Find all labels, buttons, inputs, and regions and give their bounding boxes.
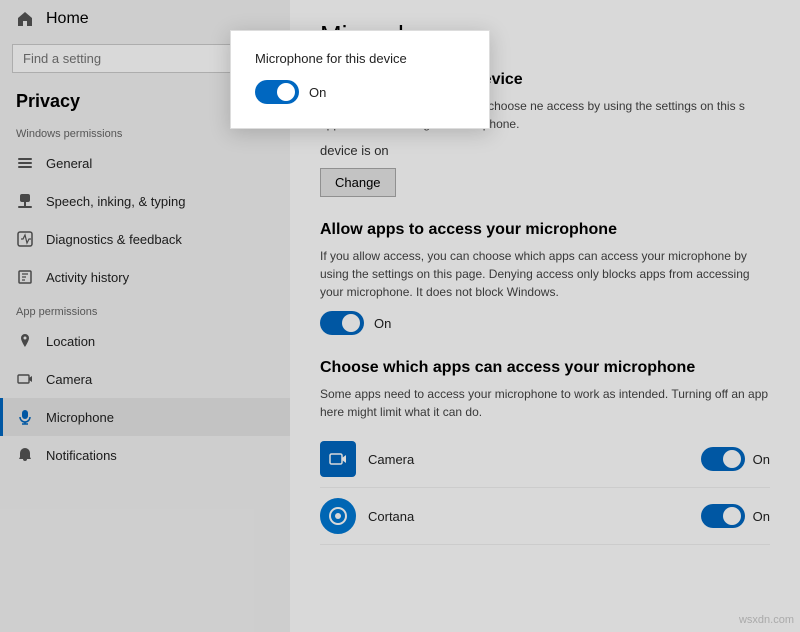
popup-title: Microphone for this device (255, 51, 465, 66)
app-container: Home Privacy Windows permissions General… (0, 0, 800, 632)
popup-toggle[interactable] (255, 80, 299, 104)
popup-toggle-label: On (309, 85, 326, 100)
popup-overlay: Microphone for this device On (0, 0, 800, 632)
popup-card: Microphone for this device On (230, 30, 490, 129)
popup-toggle-row: On (255, 80, 465, 104)
watermark: wsxdn.com (739, 614, 794, 626)
